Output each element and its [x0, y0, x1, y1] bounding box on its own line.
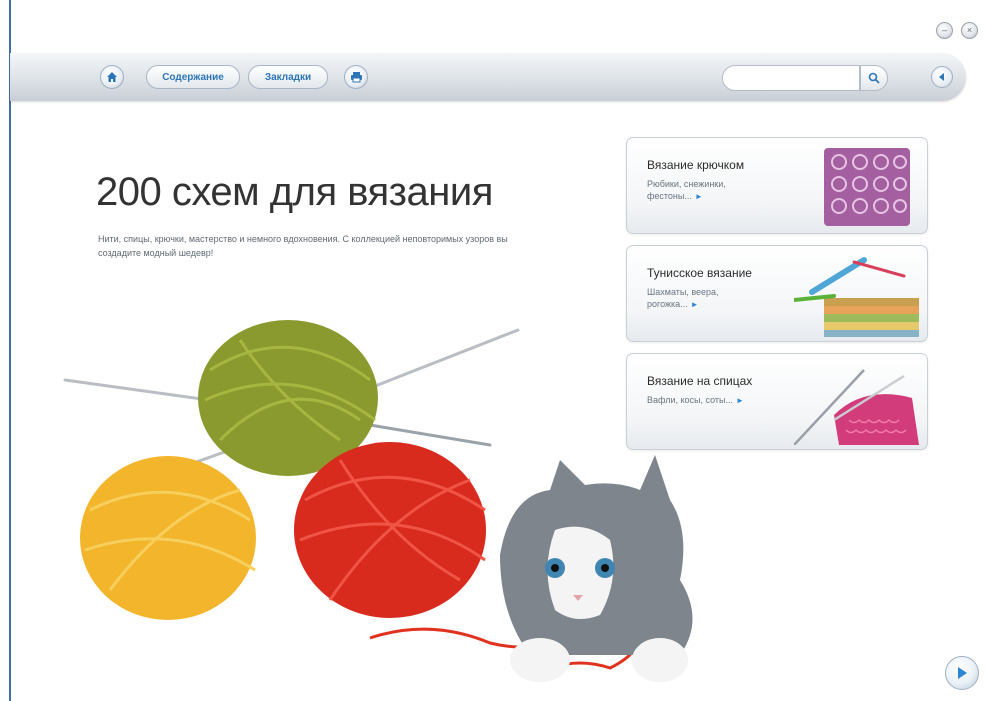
play-arrow-icon	[958, 667, 967, 679]
minimize-icon: –	[941, 25, 947, 35]
back-button[interactable]	[931, 66, 953, 88]
minimize-button[interactable]: –	[936, 22, 953, 39]
close-icon: ×	[966, 25, 973, 35]
print-button[interactable]	[344, 65, 368, 89]
home-button[interactable]	[100, 65, 124, 89]
left-edge-rule	[9, 0, 11, 701]
knitting-needles-thumbnail	[794, 369, 919, 445]
category-title: Тунисское вязание	[647, 266, 752, 280]
arrow-right-icon: ►	[694, 192, 703, 201]
category-description: Рюбики, снежинки, фестоны... ►	[647, 179, 726, 201]
next-page-button[interactable]	[945, 656, 979, 690]
print-icon	[350, 72, 362, 83]
tunisian-knit-thumbnail	[794, 257, 919, 337]
category-card-crochet[interactable]: Вязание крючком Рюбики, снежинки, фестон…	[626, 137, 928, 234]
page-title: 200 схем для вязания	[96, 170, 493, 214]
bookmarks-button[interactable]: Закладки	[248, 65, 328, 89]
contents-button[interactable]: Содержание	[146, 65, 240, 89]
crochet-lace-thumbnail	[824, 148, 910, 226]
search-button[interactable]	[860, 65, 888, 91]
yarn-and-kitten-illustration	[63, 320, 693, 682]
page-subtitle: Нити, спицы, крючки, мастерство и немног…	[98, 234, 508, 258]
arrow-right-icon: ►	[736, 396, 744, 405]
home-icon	[107, 72, 117, 82]
category-title: Вязание крючком	[647, 158, 745, 172]
search-icon	[868, 72, 880, 84]
top-toolbar: Содержание Закладки	[10, 53, 966, 101]
back-arrow-icon	[939, 73, 944, 81]
search-input[interactable]	[722, 65, 860, 91]
close-button[interactable]: ×	[961, 22, 978, 39]
